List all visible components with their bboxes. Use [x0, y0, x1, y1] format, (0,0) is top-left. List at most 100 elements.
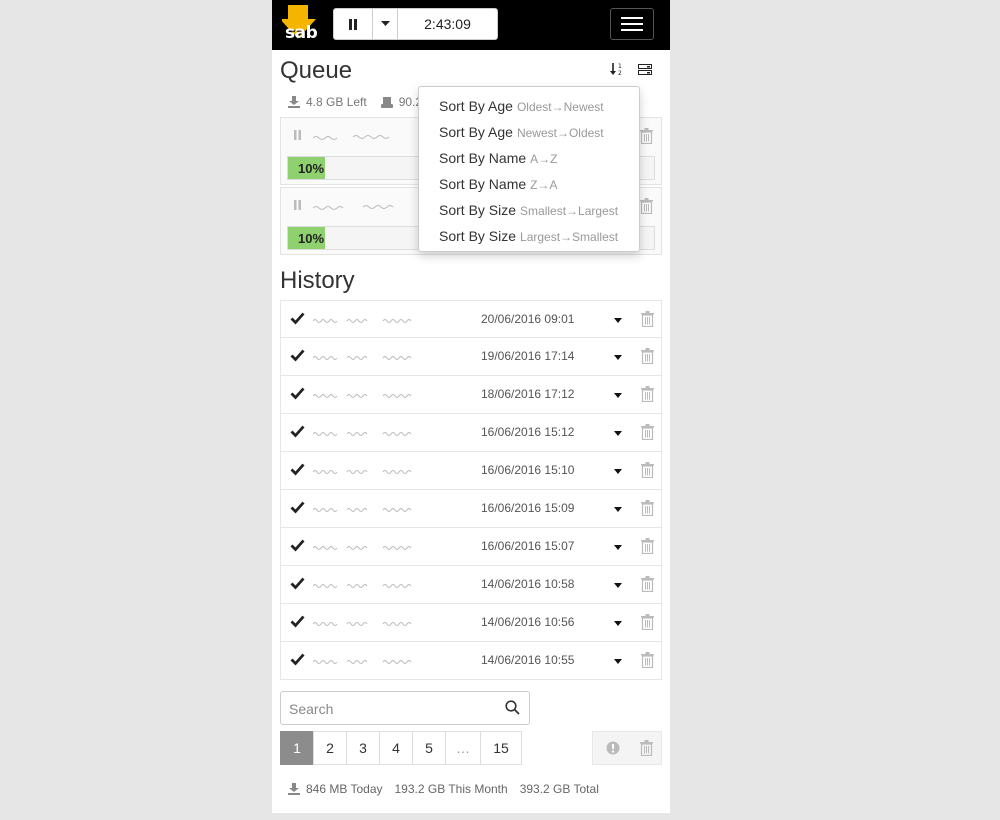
pause-duration-dropdown[interactable] [372, 8, 398, 40]
page-1[interactable]: 1 [280, 731, 314, 765]
history-item-name[interactable] [313, 544, 435, 552]
details-caret-icon[interactable] [614, 431, 622, 436]
search-icon[interactable] [505, 700, 520, 715]
queue-remaining: 4.8 GB Left [306, 95, 367, 109]
total-today: 846 MB Today [306, 782, 383, 796]
caret-down-icon [380, 21, 390, 26]
history-date: 16/06/2016 15:12 [481, 425, 575, 439]
menu-bar-line [621, 17, 643, 19]
sort-age-newest-oldest[interactable]: Sort By Age Newest→Oldest [419, 119, 639, 145]
app-panel: sab 2:43:09 Queue 1 2 4.8 GB Left 90.2 1… [272, 0, 670, 813]
completed-check-icon [290, 539, 305, 557]
search-input[interactable] [281, 692, 506, 726]
total-all: 393.2 GB Total [519, 782, 599, 796]
search-box [280, 691, 530, 726]
history-item-name[interactable] [313, 354, 430, 362]
page-3[interactable]: 3 [346, 731, 380, 765]
history-date: 18/06/2016 17:12 [481, 387, 575, 401]
download-totals: 846 MB Today 193.2 GB This Month 393.2 G… [288, 782, 599, 796]
history-row[interactable]: 16/06/2016 15:12 [280, 414, 662, 452]
delete-history-trash-icon[interactable] [641, 500, 654, 521]
history-row[interactable]: 14/06/2016 10:58 [280, 566, 662, 604]
sort-name-z-a[interactable]: Sort By Name Z→A [419, 171, 639, 197]
svg-text:1: 1 [618, 63, 622, 70]
page-5[interactable]: 5 [412, 731, 446, 765]
delete-history-trash-icon[interactable] [641, 348, 654, 369]
delete-history-trash-icon[interactable] [641, 386, 654, 407]
history-date: 20/06/2016 09:01 [481, 312, 575, 326]
page-15[interactable]: 15 [480, 731, 522, 765]
delete-history-trash-icon[interactable] [641, 311, 654, 332]
history-item-name[interactable] [313, 392, 437, 400]
page-4[interactable]: 4 [379, 731, 413, 765]
delete-history-trash-icon[interactable] [641, 462, 654, 483]
pagination: 1 2 3 4 5 … 15 [280, 731, 522, 765]
details-caret-icon[interactable] [614, 659, 622, 664]
total-month: 193.2 GB This Month [394, 782, 508, 796]
delete-history-trash-icon[interactable] [641, 424, 654, 445]
history-row[interactable]: 19/06/2016 17:14 [280, 338, 662, 376]
history-item-name[interactable] [313, 430, 444, 438]
details-caret-icon[interactable] [614, 469, 622, 474]
queue-progress-fill: 10% [288, 227, 325, 249]
delete-item-trash-icon[interactable] [640, 128, 653, 144]
details-caret-icon[interactable] [614, 545, 622, 550]
history-row[interactable]: 16/06/2016 15:10 [280, 452, 662, 490]
details-caret-icon[interactable] [614, 318, 622, 323]
details-caret-icon[interactable] [614, 355, 622, 360]
history-date: 16/06/2016 15:10 [481, 463, 575, 477]
queue-stats: 4.8 GB Left 90.2 [288, 95, 422, 109]
download-icon [288, 96, 300, 108]
delete-history-trash-icon[interactable] [641, 576, 654, 597]
history-row[interactable]: 14/06/2016 10:55 [280, 642, 662, 680]
multi-select-icon[interactable] [638, 63, 652, 81]
sort-size-largest-smallest[interactable]: Sort By Size Largest→Smallest [419, 223, 639, 249]
pause-item-icon[interactable] [293, 200, 302, 210]
history-row[interactable]: 16/06/2016 15:09 [280, 490, 662, 528]
completed-check-icon [290, 577, 305, 595]
delete-history-trash-icon[interactable] [641, 614, 654, 635]
sort-dropdown-menu: Sort By Age Oldest→Newest Sort By Age Newe… [418, 86, 640, 252]
sabnzbd-logo[interactable]: sab [280, 5, 320, 45]
history-date: 16/06/2016 15:09 [481, 501, 575, 515]
history-row[interactable]: 18/06/2016 17:12 [280, 376, 662, 414]
history-row[interactable]: 14/06/2016 10:56 [280, 604, 662, 642]
history-date: 14/06/2016 10:56 [481, 615, 575, 629]
svg-text:2: 2 [618, 70, 622, 76]
queue-item-name[interactable] [313, 202, 433, 212]
purge-history-trash-icon[interactable] [640, 740, 653, 756]
details-caret-icon[interactable] [614, 621, 622, 626]
pause-timer[interactable]: 2:43:09 [397, 8, 498, 40]
delete-item-trash-icon[interactable] [640, 198, 653, 214]
history-item-name[interactable] [313, 620, 449, 628]
pause-item-icon[interactable] [293, 130, 302, 140]
history-item-name[interactable] [313, 658, 426, 666]
queue-title: Queue [280, 57, 353, 84]
menu-bar-line [621, 29, 643, 31]
sort-icon[interactable]: 1 2 [610, 62, 624, 81]
pause-all-button[interactable] [333, 8, 373, 40]
delete-history-trash-icon[interactable] [641, 538, 654, 559]
sort-size-smallest-largest[interactable]: Sort By Size Smallest→Largest [419, 197, 639, 223]
completed-check-icon [290, 501, 305, 519]
history-item-name[interactable] [313, 506, 428, 514]
details-caret-icon[interactable] [614, 507, 622, 512]
sort-name-a-z[interactable]: Sort By Name A→Z [419, 145, 639, 171]
completed-check-icon [290, 653, 305, 671]
sort-age-oldest-newest[interactable]: Sort By Age Oldest→Newest [419, 93, 639, 119]
history-item-name[interactable] [313, 317, 423, 325]
page-ellipsis: … [445, 731, 481, 765]
failed-filter-icon[interactable] [606, 741, 620, 755]
history-row[interactable]: 16/06/2016 15:07 [280, 528, 662, 566]
completed-check-icon [290, 387, 305, 405]
hamburger-menu-button[interactable] [610, 8, 654, 40]
details-caret-icon[interactable] [614, 393, 622, 398]
details-caret-icon[interactable] [614, 583, 622, 588]
history-item-name[interactable] [313, 468, 451, 476]
top-navbar: sab 2:43:09 [272, 0, 670, 50]
page-2[interactable]: 2 [313, 731, 347, 765]
delete-history-trash-icon[interactable] [641, 652, 654, 673]
history-item-name[interactable] [313, 582, 442, 590]
queue-item-name[interactable] [313, 132, 433, 142]
history-row[interactable]: 20/06/2016 09:01 [280, 300, 662, 338]
